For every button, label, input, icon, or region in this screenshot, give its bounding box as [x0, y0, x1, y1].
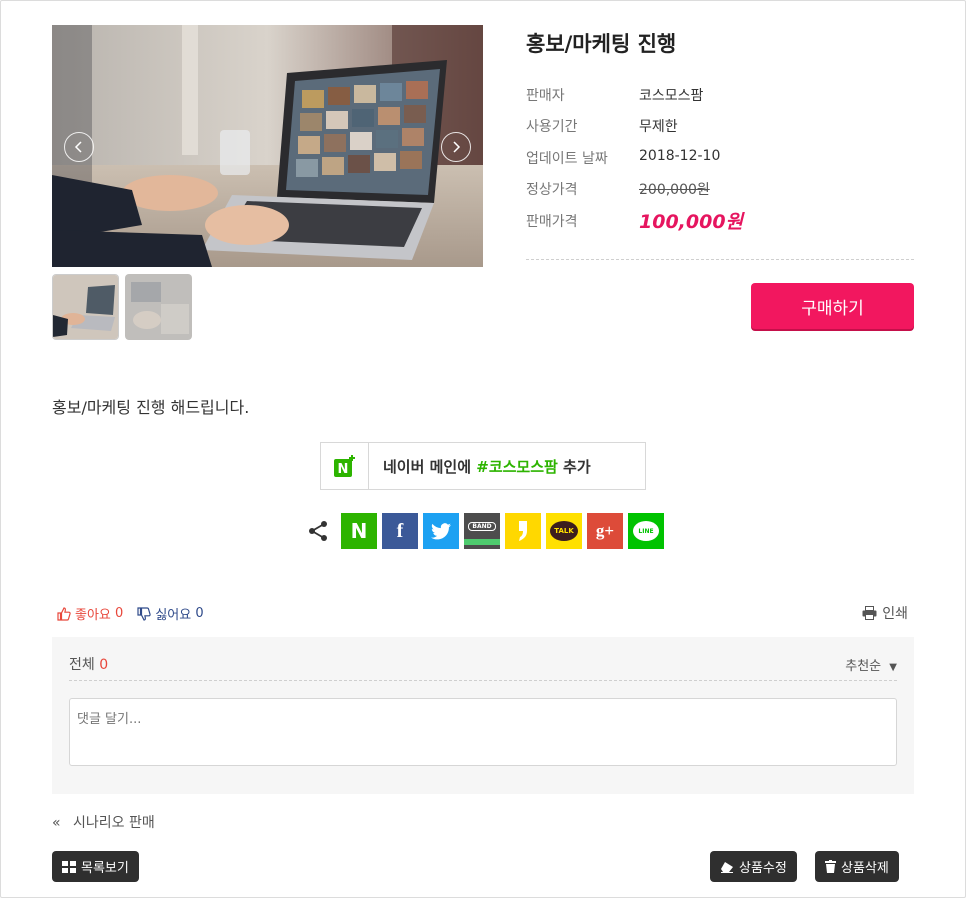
info-value: 2018-12-10 — [639, 148, 721, 164]
naver-icon[interactable]: N — [341, 513, 377, 549]
dislike-label: 싫어요 — [155, 608, 192, 623]
list-button[interactable]: 목록보기 — [52, 851, 139, 882]
naver-text-suffix: 추가 — [557, 457, 591, 476]
info-label: 업데이트 날짜 — [526, 151, 608, 167]
eraser-icon — [721, 861, 733, 873]
regular-price: 200,000원 — [639, 182, 710, 198]
chevron-right-icon — [453, 141, 461, 153]
delete-label: 상품삭제 — [841, 861, 889, 876]
comment-input[interactable] — [69, 698, 897, 766]
thumbnail-2[interactable] — [125, 274, 192, 340]
dislike-button[interactable]: 싫어요 0 — [137, 604, 204, 623]
printer-icon — [862, 606, 877, 620]
kakaotalk-icon[interactable]: TALK — [546, 513, 582, 549]
divider — [69, 680, 897, 681]
edit-product-button[interactable]: 상품수정 — [710, 851, 797, 882]
like-button[interactable]: 좋아요 0 — [57, 604, 123, 623]
list-label: 목록보기 — [81, 861, 129, 876]
naver-hashtag: #코스모스팜 — [476, 457, 558, 476]
delete-product-button[interactable]: 상품삭제 — [815, 851, 899, 882]
product-title: 홍보/마케팅 진행 — [526, 32, 677, 56]
comment-sort-dropdown[interactable]: 추천순 ▼ — [845, 655, 897, 674]
like-count: 0 — [115, 606, 124, 621]
like-label: 좋아요 — [75, 608, 111, 623]
facebook-icon[interactable]: f — [382, 513, 418, 549]
thumbnail-1[interactable] — [52, 274, 119, 340]
comment-count: 0 — [99, 657, 109, 673]
info-value: 코스모스팜 — [639, 88, 704, 104]
comment-section: 전체 0 추천순 ▼ — [52, 637, 914, 794]
chevron-left-icon — [74, 141, 82, 153]
info-label: 정상가격 — [526, 182, 578, 198]
naver-add-icon: N — [321, 443, 369, 489]
comment-total-label: 전체 — [69, 657, 95, 673]
thumbs-down-icon — [137, 606, 151, 621]
reaction-bar: 좋아요 0 싫어요 0 — [57, 604, 204, 623]
print-button[interactable]: 인쇄 — [862, 603, 908, 623]
share-icon[interactable] — [305, 518, 331, 544]
naver-text-prefix: 네이버 메인에 — [383, 457, 477, 476]
share-bar: N f BAND TALK g+ LINE — [305, 513, 669, 549]
dislike-count: 0 — [195, 606, 204, 621]
line-icon[interactable]: LINE — [628, 513, 664, 549]
naver-main-add-button[interactable]: N 네이버 메인에 #코스모스팜 추가 — [320, 442, 646, 490]
googleplus-icon[interactable]: g+ — [587, 513, 623, 549]
divider — [526, 259, 914, 260]
info-label: 판매가격 — [526, 214, 578, 230]
prev-product-label: 시나리오 판매 — [73, 815, 155, 831]
edit-label: 상품수정 — [739, 861, 787, 876]
sale-price: 100,000원 — [639, 211, 744, 233]
sort-label: 추천순 — [845, 659, 882, 674]
band-icon[interactable]: BAND — [464, 513, 500, 549]
trash-icon — [825, 860, 836, 873]
kakaostory-icon[interactable] — [505, 513, 541, 549]
buy-button[interactable]: 구매하기 — [751, 283, 914, 329]
svg-text:N: N — [337, 462, 348, 477]
caret-down-icon: ▼ — [889, 662, 897, 673]
info-label: 사용기간 — [526, 119, 578, 135]
print-label: 인쇄 — [882, 606, 908, 622]
thumbs-up-icon — [57, 606, 71, 621]
twitter-icon[interactable] — [423, 513, 459, 549]
prev-image-button[interactable] — [64, 132, 94, 162]
next-image-button[interactable] — [441, 132, 471, 162]
product-description: 홍보/마케팅 진행 해드립니다. — [52, 398, 250, 417]
double-chevron-left-icon: « — [52, 815, 61, 831]
comment-total: 전체 0 — [69, 654, 108, 674]
product-main-image — [52, 25, 483, 267]
info-value: 무제한 — [639, 119, 678, 135]
prev-product-link[interactable]: « 시나리오 판매 — [52, 812, 155, 832]
info-label: 판매자 — [526, 88, 565, 104]
grid-icon — [62, 860, 76, 873]
